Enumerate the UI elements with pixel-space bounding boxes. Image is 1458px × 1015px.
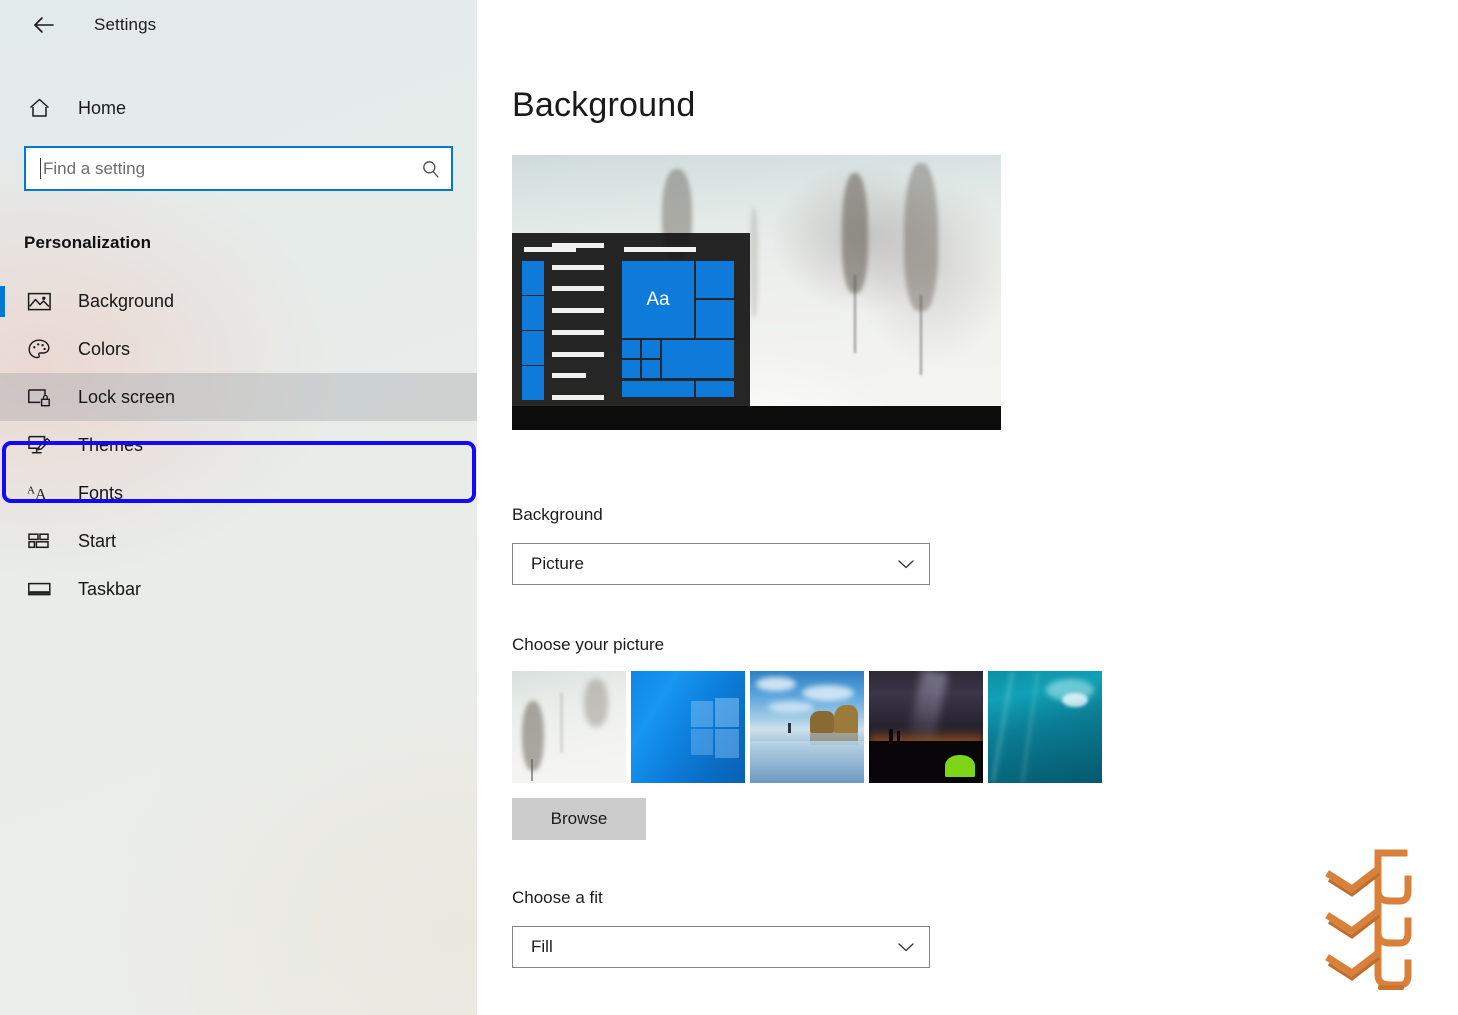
window-title: Settings [94,15,157,34]
thumbnail-underwater[interactable] [988,671,1102,783]
preview-tile [696,300,734,338]
search-input[interactable] [43,158,415,179]
home-label: Home [78,97,127,118]
settings-window: Settings Home Personalization [0,0,1458,1015]
taskbar-icon [22,580,56,598]
sidebar-item-label: Colors [78,338,131,359]
preview-text-line [552,286,604,292]
home-icon [22,97,56,119]
start-tiles-icon [22,531,56,551]
sidebar-item-taskbar[interactable]: Taskbar [0,565,477,613]
thumbnail-misty-trees[interactable] [512,671,626,783]
search-icon[interactable] [415,159,441,179]
preview-tile [622,381,694,397]
lock-screen-icon [22,387,56,408]
preview-tile [622,340,640,358]
logo-icon [1325,849,1412,990]
brand-logo-watermark [1318,845,1430,997]
sidebar-item-colors[interactable]: Colors [0,325,477,373]
thumbnail-beach-sea-stacks[interactable] [750,671,864,783]
sidebar-item-start[interactable]: Start [0,517,477,565]
preview-text-line [552,264,604,270]
preview-start-icon [522,261,544,278]
background-dropdown[interactable]: Picture [512,543,930,585]
preview-start-icon [522,278,544,296]
preview-tile [642,340,660,358]
preview-text-line [552,308,604,314]
preview-start-menu: Aa [512,233,750,406]
preview-start-icon [522,313,544,331]
preview-tile [662,340,734,378]
sidebar-item-label: Start [78,530,117,551]
chevron-down-icon [895,940,917,954]
title-bar: Settings [0,0,477,50]
page-title: Background [512,86,696,124]
sidebar-nav-list: Background Colors Lock screen Themes A A… [0,277,477,613]
preview-tile-label: Aa [646,288,670,310]
preview-start-text-lines [552,243,604,400]
preview-tile-grid: Aa [622,247,744,400]
choose-picture-label: Choose your picture [512,635,665,654]
background-dropdown-value: Picture [531,554,584,573]
sidebar-item-label: Background [78,290,175,311]
back-button[interactable] [22,8,66,42]
sidebar-item-themes[interactable]: Themes [0,421,477,469]
preview-text-line [552,394,604,400]
settings-sidebar: Settings Home Personalization [0,0,477,1015]
choose-fit-label: Choose a fit [512,888,603,907]
selection-indicator [0,286,5,317]
preview-text-line [552,243,604,248]
preview-start-icon [522,330,544,348]
search-box[interactable] [24,146,453,191]
preview-tile-large: Aa [622,261,694,338]
preview-tile [642,360,660,378]
preview-text-line [552,329,604,335]
sidebar-item-label: Lock screen [78,386,176,407]
preview-taskbar [512,406,1001,430]
svg-text:A: A [27,485,35,497]
sidebar-item-background[interactable]: Background [0,277,477,325]
fit-dropdown-value: Fill [531,937,553,956]
palette-icon [22,338,56,361]
preview-start-icon [522,295,544,313]
sidebar-item-lock-screen[interactable]: Lock screen [0,373,477,421]
preview-tree-faint [750,207,758,317]
fit-dropdown[interactable]: Fill [512,926,930,968]
preview-tile [696,261,734,298]
preview-text-line [552,351,604,357]
preview-start-icon [522,348,544,366]
sidebar-item-home[interactable]: Home [0,84,477,132]
preview-trunk-far [854,275,856,353]
picture-thumbnail-list [512,671,1102,783]
sidebar-section-header: Personalization [24,233,152,252]
fonts-aa-icon: A A [22,482,56,504]
background-label: Background [512,505,603,524]
back-arrow-icon [34,17,54,33]
preview-start-icon [522,365,544,383]
preview-tile [622,360,640,378]
preview-tree-mid [904,163,938,311]
preview-trunk-mid [920,295,922,375]
sidebar-item-label: Fonts [78,482,124,503]
picture-icon [22,291,56,312]
desktop-preview: Aa [512,155,1001,430]
preview-start-icon [522,382,544,400]
preview-text-line [552,373,586,379]
preview-start-icon-column [522,261,544,400]
themes-brush-icon [22,434,56,456]
sidebar-item-label: Taskbar [78,578,142,599]
browse-button[interactable]: Browse [512,798,646,840]
chevron-down-icon [895,557,917,571]
preview-tile [696,381,734,397]
thumbnail-windows-logo[interactable] [631,671,745,783]
thumbnail-night-sky-tent[interactable] [869,671,983,783]
text-caret [40,158,41,179]
sidebar-item-label: Themes [78,434,144,455]
preview-tiles-header-bar [624,247,696,252]
main-content: Background Aa Background Picture Choose … [477,0,1458,1015]
svg-text:A: A [35,487,47,504]
sidebar-item-fonts[interactable]: A A Fonts [0,469,477,517]
